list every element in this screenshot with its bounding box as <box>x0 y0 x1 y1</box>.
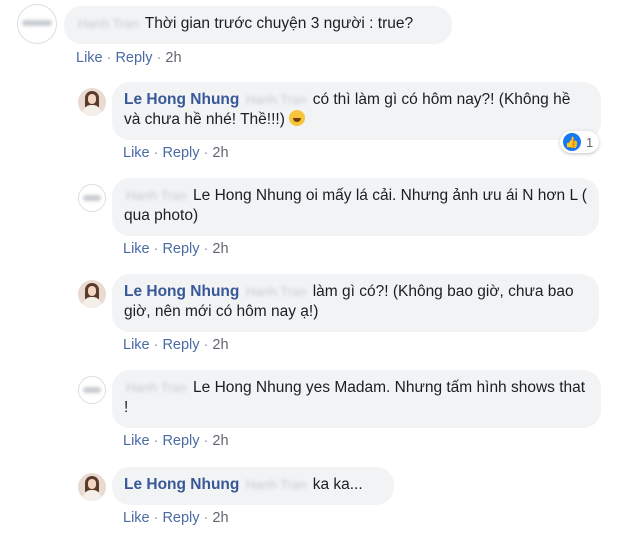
comment-text: ka ka... <box>312 476 363 493</box>
comment-actions: Like · Reply · 2h <box>76 50 182 66</box>
separator: · <box>203 510 209 526</box>
avatar[interactable] <box>78 280 106 308</box>
comment-bubble: Le Hong Nhung Hanh Tran có thì làm gì có… <box>112 82 601 140</box>
comment-author[interactable]: Le Hong Nhung <box>124 91 239 108</box>
comment-text: Le Hong Nhung oi mấy lá cải. Nhưng ảnh ư… <box>124 187 587 224</box>
comment-text: Le Hong Nhung yes Madam. Nhưng tấm hình … <box>124 379 586 416</box>
timestamp[interactable]: 2h <box>212 510 228 526</box>
laughing-emoji-icon <box>289 110 306 126</box>
tagged-user[interactable]: Hanh Tran <box>246 90 307 110</box>
tagged-user[interactable]: Hanh Tran <box>246 282 307 302</box>
like-link[interactable]: Like <box>123 241 150 257</box>
comment-actions: Like · Reply · 2h <box>123 337 229 353</box>
separator: · <box>153 145 159 161</box>
comment-author[interactable]: Le Hong Nhung <box>124 283 239 300</box>
reply-link[interactable]: Reply <box>162 510 199 526</box>
thumbs-up-icon: 👍 <box>563 133 581 151</box>
comment-actions: Like · Reply · 2h <box>123 145 229 161</box>
comment-bubble: Le Hong Nhung Hanh Tran ka ka... <box>112 467 394 505</box>
like-link[interactable]: Like <box>123 433 150 449</box>
comment-text: Thời gian trước chuyện 3 người : true? <box>144 15 414 32</box>
separator: · <box>106 50 112 66</box>
reply-link[interactable]: Reply <box>162 433 199 449</box>
like-link[interactable]: Like <box>76 50 103 66</box>
comment-actions: Like · Reply · 2h <box>123 510 229 526</box>
comment-bubble: Hanh Tran Le Hong Nhung oi mấy lá cải. N… <box>112 178 599 236</box>
comment-author[interactable]: Le Hong Nhung <box>124 476 239 493</box>
reply-link[interactable]: Reply <box>162 241 199 257</box>
like-link[interactable]: Like <box>123 145 150 161</box>
like-link[interactable]: Like <box>123 337 150 353</box>
reply-link[interactable]: Reply <box>162 145 199 161</box>
separator: · <box>203 433 209 449</box>
timestamp[interactable]: 2h <box>165 50 181 66</box>
tagged-user[interactable]: Hanh Tran <box>246 475 307 495</box>
comment-bubble: Hanh Tran Le Hong Nhung yes Madam. Nhưng… <box>112 370 601 428</box>
separator: · <box>153 433 159 449</box>
avatar[interactable] <box>17 4 57 44</box>
separator: · <box>203 337 209 353</box>
separator: · <box>153 337 159 353</box>
timestamp[interactable]: 2h <box>212 145 228 161</box>
timestamp[interactable]: 2h <box>212 337 228 353</box>
tagged-user[interactable]: Hanh Tran <box>126 186 187 206</box>
reply-link[interactable]: Reply <box>115 50 152 66</box>
tagged-user[interactable]: Hanh Tran <box>126 378 187 398</box>
avatar[interactable] <box>78 376 106 404</box>
comment-actions: Like · Reply · 2h <box>123 241 229 257</box>
avatar[interactable] <box>78 473 106 501</box>
like-link[interactable]: Like <box>123 510 150 526</box>
separator: · <box>153 241 159 257</box>
reply-link[interactable]: Reply <box>162 337 199 353</box>
comment-bubble: Hanh Tran Thời gian trước chuyện 3 người… <box>64 6 452 44</box>
avatar[interactable] <box>78 88 106 116</box>
separator: · <box>156 50 162 66</box>
separator: · <box>153 510 159 526</box>
reaction-count: 1 <box>586 134 594 150</box>
tagged-user[interactable]: Hanh Tran <box>78 14 139 34</box>
separator: · <box>203 145 209 161</box>
comment-bubble: Le Hong Nhung Hanh Tran làm gì có?! (Khô… <box>112 274 599 332</box>
reaction-summary[interactable]: 👍 1 <box>560 131 600 153</box>
avatar[interactable] <box>78 184 106 212</box>
timestamp[interactable]: 2h <box>212 241 228 257</box>
comment-actions: Like · Reply · 2h <box>123 433 229 449</box>
separator: · <box>203 241 209 257</box>
timestamp[interactable]: 2h <box>212 433 228 449</box>
